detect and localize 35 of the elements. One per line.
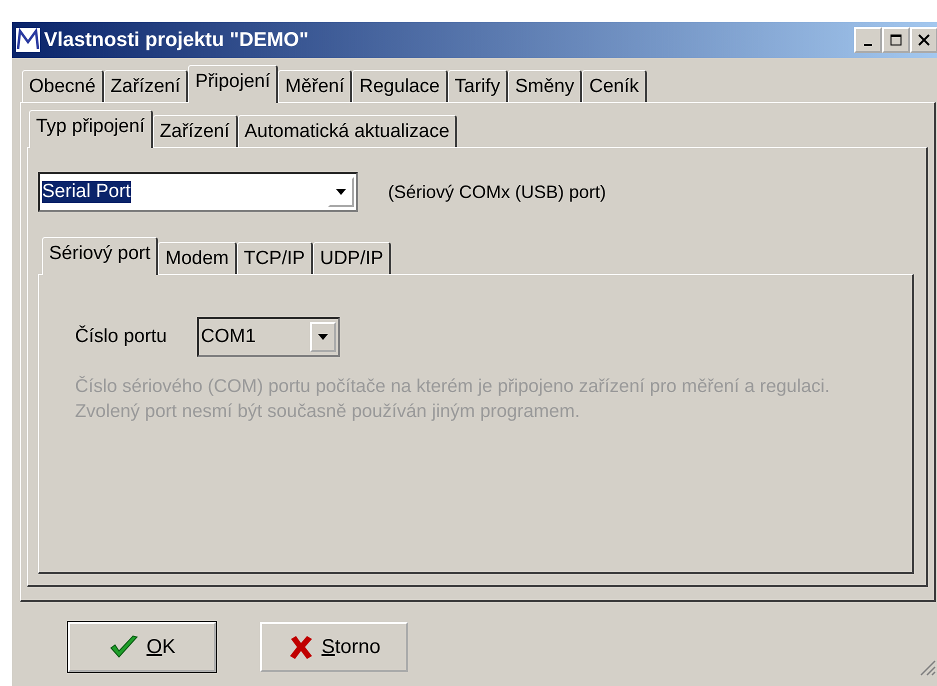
tab[interactable]: Typ připojení — [29, 110, 153, 148]
tab[interactable]: Zařízení — [152, 115, 238, 147]
tab[interactable]: Sériový port — [42, 237, 158, 275]
port-description: Číslo sériového (COM) portu počítače na kterém je připojeno zařízení pro měření a regulaci. Zvolený port nesmí být současně používán jiným programem. — [75, 374, 831, 423]
close-icon — [918, 34, 930, 46]
ok-button[interactable]: OK — [68, 622, 216, 672]
tab[interactable]: Obecné — [22, 70, 104, 102]
tab[interactable]: Směny — [508, 70, 582, 102]
tab[interactable]: Ceník — [582, 70, 647, 102]
tab[interactable]: Měření — [278, 70, 352, 102]
resize-grip-icon — [918, 658, 936, 676]
cross-icon — [288, 634, 314, 660]
connection-hint: (Sériový COMx (USB) port) — [388, 182, 606, 202]
app-logo-icon — [16, 28, 40, 52]
connection-type-dropdown[interactable]: Serial Port — [38, 172, 358, 212]
cancel-button[interactable]: Storno — [260, 622, 408, 672]
close-button[interactable] — [910, 27, 937, 53]
dropdown-arrow-icon — [318, 334, 328, 340]
port-label: Číslo portu — [75, 326, 167, 348]
tab[interactable]: TCP/IP — [236, 242, 313, 274]
tab[interactable]: Tarify — [448, 70, 508, 102]
minimize-button[interactable] — [854, 27, 882, 53]
tab[interactable]: UDP/IP — [312, 242, 392, 274]
dropdown-arrow-icon — [336, 189, 346, 195]
tab[interactable]: Modem — [158, 242, 237, 274]
tab[interactable]: Zařízení — [104, 70, 188, 102]
minimize-icon — [864, 44, 872, 46]
tab[interactable]: Regulace — [352, 70, 448, 102]
checkmark-icon — [108, 634, 139, 660]
tab[interactable]: Automatická aktualizace — [238, 115, 458, 147]
tab[interactable]: Připojení — [188, 65, 278, 103]
window-title: Vlastnosti projektu "DEMO" — [44, 28, 310, 52]
maximize-icon — [890, 34, 902, 46]
port-dropdown[interactable]: COM1 — [196, 317, 340, 357]
maximize-button[interactable] — [882, 27, 910, 53]
